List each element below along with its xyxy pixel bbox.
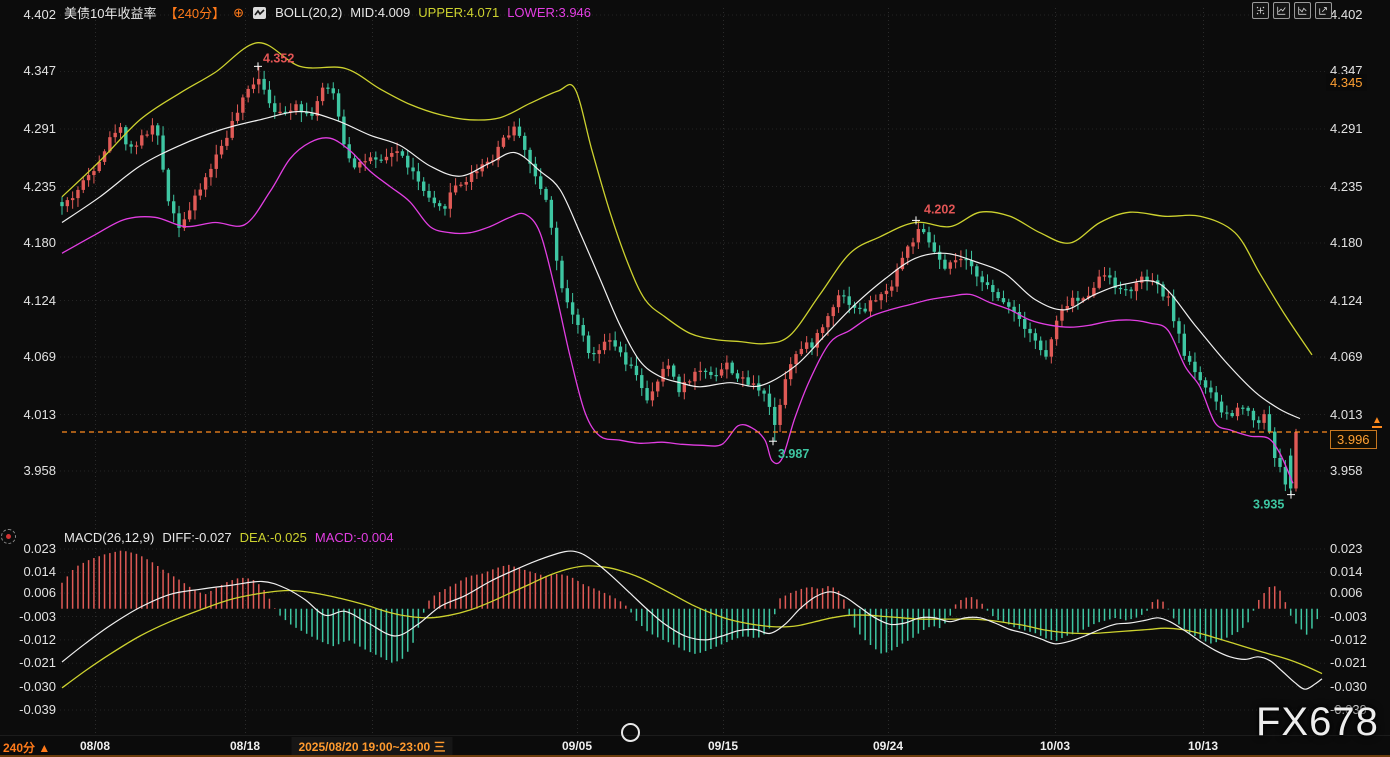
boll-indicator-label: BOLL(20,2) bbox=[275, 5, 342, 20]
timeframe-selector[interactable]: 240分 ▲ bbox=[3, 739, 50, 756]
time-tick-label: 08/18 bbox=[230, 739, 260, 753]
price-annotation: 3.935 bbox=[1253, 498, 1284, 512]
export-chart-icon[interactable] bbox=[1315, 2, 1332, 19]
macd-indicator-label: MACD(26,12,9) bbox=[64, 530, 154, 545]
axis-circle-marker-icon bbox=[621, 723, 640, 742]
macd-tick-label: -0.021 bbox=[0, 655, 56, 670]
macd-tick-label-right: -0.030 bbox=[1330, 679, 1367, 694]
high-price-badge: 4.345 bbox=[1326, 74, 1367, 91]
price-tick-label-right: 3.958 bbox=[1330, 463, 1363, 478]
price-alert-arrow-icon: ▲ bbox=[1372, 416, 1382, 428]
time-tick-label: 09/15 bbox=[708, 739, 738, 753]
price-tick-label-right: 4.180 bbox=[1330, 235, 1363, 250]
price-tick-label-right: 4.402 bbox=[1330, 7, 1363, 22]
macd-tick-label-right: -0.021 bbox=[1330, 655, 1367, 670]
price-tick-label: 4.347 bbox=[0, 63, 56, 78]
indicator-chart-icon[interactable] bbox=[252, 6, 267, 20]
macd-marker-icon bbox=[1, 529, 16, 544]
macd-diff-value: DIFF:-0.027 bbox=[162, 530, 231, 545]
price-tick-label-right: 4.124 bbox=[1330, 293, 1363, 308]
price-annotation: 3.987 bbox=[778, 447, 809, 461]
time-tick-label: 09/05 bbox=[562, 739, 592, 753]
boll-upper-value: UPPER:4.071 bbox=[418, 5, 499, 20]
add-indicator-icon[interactable]: ⊕ bbox=[233, 5, 244, 21]
trading-chart-window: 4.352 4.202 3.987 3.935 美债10年收益率 【240分】 ⊕ B… bbox=[0, 0, 1390, 757]
macd-tick-label-right: 0.014 bbox=[1330, 564, 1363, 579]
interval-label[interactable]: 【240分】 bbox=[164, 3, 225, 22]
boll-mid-value: MID:4.009 bbox=[350, 5, 410, 20]
pane-chart-alt-icon[interactable] bbox=[1294, 2, 1311, 19]
macd-tick-label-right: -0.012 bbox=[1330, 632, 1367, 647]
price-tick-label: 4.402 bbox=[0, 7, 56, 22]
macd-dea-value: DEA:-0.025 bbox=[240, 530, 307, 545]
price-tick-label: 4.235 bbox=[0, 179, 56, 194]
price-tick-label: 4.124 bbox=[0, 293, 56, 308]
time-tick-label: 08/08 bbox=[80, 739, 110, 753]
price-tick-label-right: 4.291 bbox=[1330, 121, 1363, 136]
chart-toolbar bbox=[1252, 2, 1332, 19]
chart-canvas[interactable]: 4.352 4.202 3.987 3.935 bbox=[0, 0, 1390, 757]
price-tick-label-right: 4.013 bbox=[1330, 407, 1363, 422]
time-tick-label: 09/24 bbox=[873, 739, 903, 753]
price-tick-label: 4.069 bbox=[0, 349, 56, 364]
price-annotation: 4.352 bbox=[263, 51, 294, 65]
macd-header: MACD(26,12,9) DIFF:-0.027 DEA:-0.025 MAC… bbox=[64, 530, 394, 545]
price-tick-label: 4.013 bbox=[0, 407, 56, 422]
price-annotation: 4.202 bbox=[924, 202, 955, 216]
layout-grid-icon[interactable] bbox=[1252, 2, 1269, 19]
macd-tick-label: -0.012 bbox=[0, 632, 56, 647]
time-axis[interactable]: 240分 ▲ 08/08 08/18 2025/08/20 19:00~23:00 … bbox=[0, 735, 1390, 756]
main-chart-header: 美债10年收益率 【240分】 ⊕ BOLL(20,2) MID:4.009 U… bbox=[64, 3, 591, 22]
macd-tick-label: -0.039 bbox=[0, 702, 56, 717]
current-price-badge[interactable]: 3.996 bbox=[1330, 430, 1377, 449]
macd-tick-label: 0.014 bbox=[0, 564, 56, 579]
time-tick-label: 10/03 bbox=[1040, 739, 1070, 753]
macd-tick-label-right: 0.006 bbox=[1330, 585, 1363, 600]
time-tick-label: 10/13 bbox=[1188, 739, 1218, 753]
macd-tick-label-right: 0.023 bbox=[1330, 541, 1363, 556]
macd-macd-value: MACD:-0.004 bbox=[315, 530, 394, 545]
price-tick-label-right: 4.235 bbox=[1330, 179, 1363, 194]
macd-tick-label: -0.030 bbox=[0, 679, 56, 694]
price-tick-label: 4.291 bbox=[0, 121, 56, 136]
price-tick-label: 4.180 bbox=[0, 235, 56, 250]
instrument-title: 美债10年收益率 bbox=[64, 3, 156, 22]
boll-lower-value: LOWER:3.946 bbox=[507, 5, 591, 20]
price-tick-label-right: 4.069 bbox=[1330, 349, 1363, 364]
macd-tick-label-right: -0.039 bbox=[1330, 702, 1367, 717]
macd-tick-label: -0.003 bbox=[0, 609, 56, 624]
price-tick-label: 3.958 bbox=[0, 463, 56, 478]
macd-tick-label: 0.006 bbox=[0, 585, 56, 600]
macd-tick-label-right: -0.003 bbox=[1330, 609, 1367, 624]
selected-range-label: 2025/08/20 19:00~23:00 三 bbox=[291, 737, 452, 757]
pane-chart-icon[interactable] bbox=[1273, 2, 1290, 19]
